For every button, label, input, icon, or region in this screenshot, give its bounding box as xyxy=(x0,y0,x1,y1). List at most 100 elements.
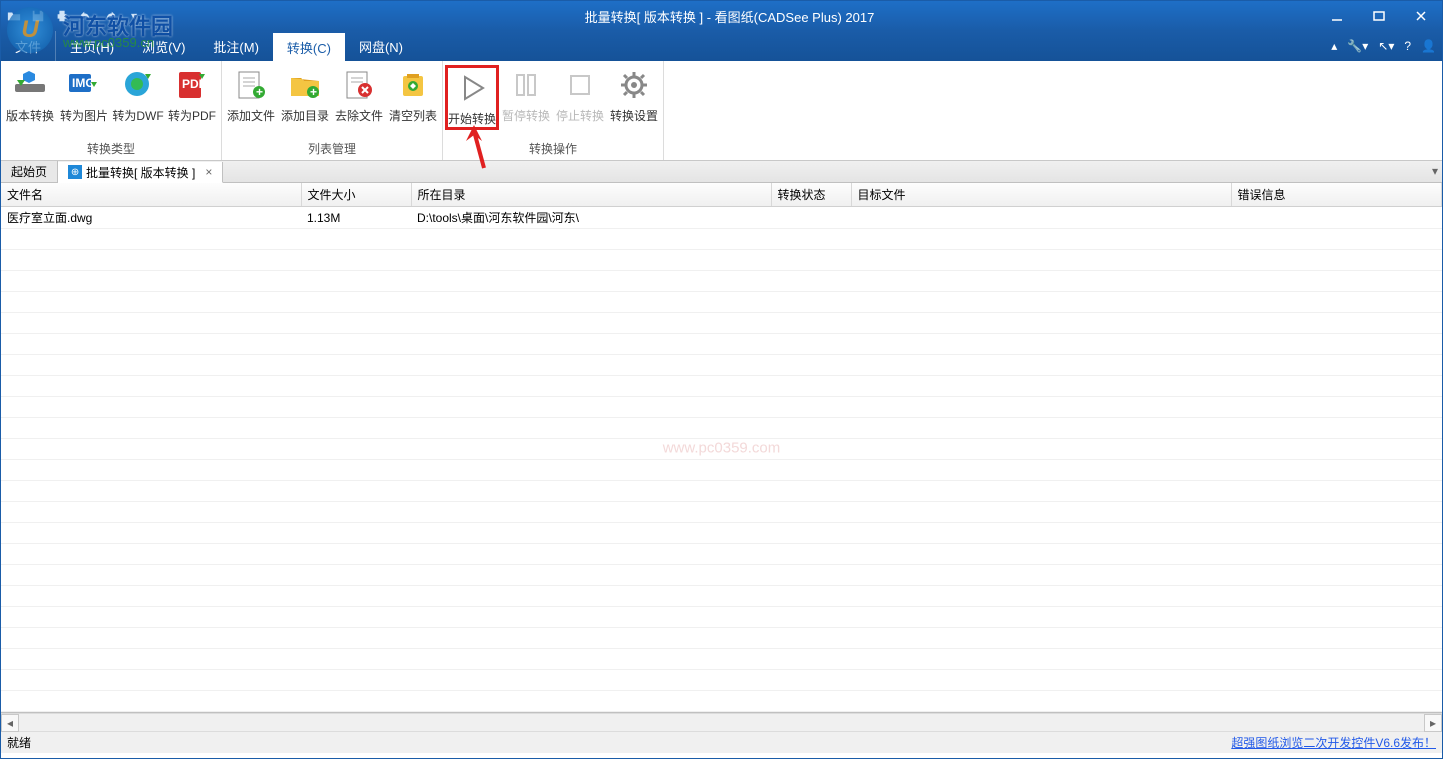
btn-clear-list[interactable]: 清空列表 xyxy=(386,65,440,124)
btn-to-image[interactable]: IMG 转为图片 xyxy=(57,65,111,124)
cell-name xyxy=(1,502,301,523)
maximize-button[interactable] xyxy=(1358,1,1400,31)
cell-name xyxy=(1,544,301,565)
menu-annotate[interactable]: 批注(M) xyxy=(199,31,273,61)
table-row xyxy=(1,397,1442,418)
cell-status xyxy=(771,292,851,313)
menu-browse[interactable]: 浏览(V) xyxy=(128,31,199,61)
stop-icon xyxy=(562,67,598,103)
menu-file[interactable]: 文件 xyxy=(1,31,56,61)
svg-text:PDF: PDF xyxy=(182,77,206,91)
group-label-type: 转换类型 xyxy=(1,140,221,160)
tabs-overflow-icon[interactable]: ▾ xyxy=(1432,164,1438,178)
tab-start-page[interactable]: 起始页 xyxy=(1,161,58,182)
col-target[interactable]: 目标文件 xyxy=(851,183,1231,207)
qat-redo-icon[interactable] xyxy=(101,7,119,25)
horizontal-scrollbar[interactable]: ◂ ▸ xyxy=(1,713,1442,731)
btn-label: 转为PDF xyxy=(168,107,216,124)
table-row xyxy=(1,292,1442,313)
qat-open-icon[interactable] xyxy=(5,7,23,25)
cell-name xyxy=(1,376,301,397)
cell-dir xyxy=(411,397,771,418)
cell-target xyxy=(851,607,1231,628)
cell-name xyxy=(1,355,301,376)
tab-batch-convert[interactable]: 批量转换[ 版本转换 ] × xyxy=(58,162,223,183)
btn-add-dir[interactable]: + 添加目录 xyxy=(278,65,332,124)
btn-to-pdf[interactable]: PDF 转为PDF xyxy=(165,65,219,124)
btn-label: 停止转换 xyxy=(556,107,604,124)
cell-err xyxy=(1231,670,1442,691)
collapse-ribbon-icon[interactable]: ▴ xyxy=(1331,39,1337,53)
qat-save-icon[interactable] xyxy=(29,7,47,25)
cell-size xyxy=(301,439,411,460)
col-status[interactable]: 转换状态 xyxy=(771,183,851,207)
add-dir-icon: + xyxy=(287,67,323,103)
cell-size xyxy=(301,607,411,628)
table-row xyxy=(1,628,1442,649)
cell-err xyxy=(1231,207,1442,229)
col-filesize[interactable]: 文件大小 xyxy=(301,183,411,207)
to-dwf-icon xyxy=(120,67,156,103)
cell-dir xyxy=(411,523,771,544)
cell-size xyxy=(301,565,411,586)
menu-convert[interactable]: 转换(C) xyxy=(273,31,345,61)
qat-dropdown-icon[interactable]: ▾ xyxy=(125,7,143,25)
tool-help-icon[interactable]: ? xyxy=(1404,39,1411,53)
table-row xyxy=(1,229,1442,250)
col-filename[interactable]: 文件名 xyxy=(1,183,301,207)
svg-text:IMG: IMG xyxy=(72,76,95,90)
cell-target xyxy=(851,355,1231,376)
cell-name xyxy=(1,439,301,460)
menu-home[interactable]: 主页(H) xyxy=(56,31,128,61)
close-button[interactable] xyxy=(1400,1,1442,31)
cell-err xyxy=(1231,460,1442,481)
col-error[interactable]: 错误信息 xyxy=(1231,183,1442,207)
cell-status xyxy=(771,649,851,670)
cell-name xyxy=(1,292,301,313)
btn-version-convert[interactable]: 版本转换 xyxy=(3,65,57,124)
cell-dir xyxy=(411,481,771,502)
cell-status xyxy=(771,439,851,460)
cell-err xyxy=(1231,523,1442,544)
cell-target xyxy=(851,439,1231,460)
cell-size xyxy=(301,418,411,439)
btn-start-convert[interactable]: 开始转换 xyxy=(445,65,499,130)
btn-to-dwf[interactable]: 转为DWF xyxy=(111,65,165,124)
cell-status xyxy=(771,229,851,250)
version-convert-icon xyxy=(12,67,48,103)
cell-err xyxy=(1231,292,1442,313)
cell-name xyxy=(1,565,301,586)
btn-add-file[interactable]: + 添加文件 xyxy=(224,65,278,124)
table-row[interactable]: 医疗室立面.dwg1.13MD:\tools\桌面\河东软件园\河东\ xyxy=(1,207,1442,229)
btn-convert-settings[interactable]: 转换设置 xyxy=(607,65,661,124)
menu-netdisk[interactable]: 网盘(N) xyxy=(345,31,417,61)
cell-status xyxy=(771,565,851,586)
tool-user-icon[interactable]: 👤 xyxy=(1421,39,1436,53)
cell-size xyxy=(301,481,411,502)
cell-target xyxy=(851,586,1231,607)
tab-close-icon[interactable]: × xyxy=(205,165,212,179)
cell-dir xyxy=(411,271,771,292)
tool-wrench-icon[interactable]: 🔧▾ xyxy=(1347,39,1368,53)
scroll-right-icon[interactable]: ▸ xyxy=(1424,714,1442,732)
cell-target xyxy=(851,207,1231,229)
cell-dir xyxy=(411,313,771,334)
cell-name xyxy=(1,628,301,649)
cell-dir xyxy=(411,250,771,271)
cell-err xyxy=(1231,355,1442,376)
table-row xyxy=(1,250,1442,271)
cell-status xyxy=(771,271,851,292)
col-directory[interactable]: 所在目录 xyxy=(411,183,771,207)
minimize-button[interactable] xyxy=(1316,1,1358,31)
cell-err xyxy=(1231,397,1442,418)
qat-undo-icon[interactable] xyxy=(77,7,95,25)
tool-cursor-icon[interactable]: ↖▾ xyxy=(1378,39,1394,53)
status-promo-link[interactable]: 超强图纸浏览二次开发控件V6.6发布！ xyxy=(1231,734,1436,751)
cell-size xyxy=(301,397,411,418)
cell-target xyxy=(851,628,1231,649)
gear-icon xyxy=(616,67,652,103)
qat-print-icon[interactable] xyxy=(53,7,71,25)
cell-target xyxy=(851,670,1231,691)
scroll-left-icon[interactable]: ◂ xyxy=(1,714,19,732)
btn-remove-file[interactable]: 去除文件 xyxy=(332,65,386,124)
